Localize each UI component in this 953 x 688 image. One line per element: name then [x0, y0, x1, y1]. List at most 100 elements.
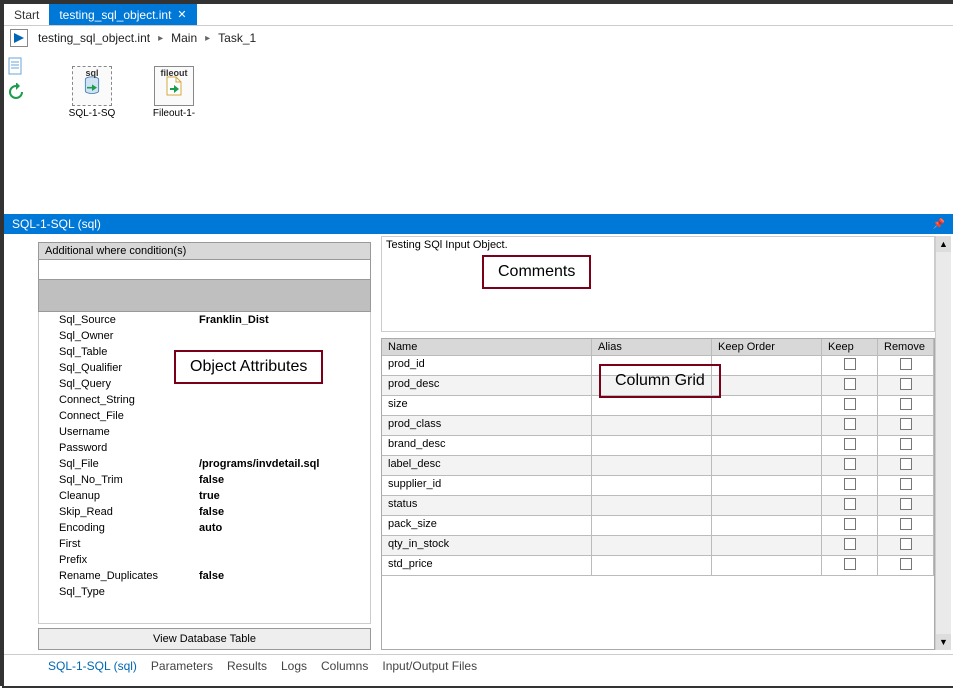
checkbox-icon[interactable] [844, 538, 856, 550]
checkbox-icon[interactable] [844, 418, 856, 430]
bottom-tab[interactable]: Logs [281, 659, 307, 673]
col-cell-keeporder[interactable] [712, 456, 822, 476]
col-header-keep[interactable]: Keep [822, 339, 878, 356]
checkbox-icon[interactable] [844, 518, 856, 530]
checkbox-icon[interactable] [844, 498, 856, 510]
attribute-row[interactable]: Skip_Readfalse [39, 504, 370, 520]
attribute-row[interactable]: Connect_File [39, 408, 370, 424]
col-cell-keep[interactable] [822, 496, 878, 516]
col-header-keeporder[interactable]: Keep Order [712, 339, 822, 356]
checkbox-icon[interactable] [844, 438, 856, 450]
checkbox-icon[interactable] [900, 378, 912, 390]
node-sql[interactable]: sql SQL-1-SQ [64, 66, 120, 119]
attribute-row[interactable]: Prefix [39, 552, 370, 568]
col-cell-keeporder[interactable] [712, 496, 822, 516]
where-input[interactable] [38, 260, 371, 280]
column-row[interactable]: pack_size [382, 516, 934, 536]
checkbox-icon[interactable] [900, 418, 912, 430]
column-row[interactable]: qty_in_stock [382, 536, 934, 556]
col-cell-keeporder[interactable] [712, 476, 822, 496]
col-cell-keep[interactable] [822, 476, 878, 496]
checkbox-icon[interactable] [900, 458, 912, 470]
column-row[interactable]: brand_desc [382, 436, 934, 456]
attribute-row[interactable]: Sql_Owner [39, 328, 370, 344]
bottom-tab[interactable]: Parameters [151, 659, 213, 673]
col-cell-remove[interactable] [878, 456, 934, 476]
checkbox-icon[interactable] [844, 558, 856, 570]
attribute-row[interactable]: First [39, 536, 370, 552]
bottom-tab[interactable]: SQL-1-SQL (sql) [48, 659, 137, 673]
col-cell-alias[interactable] [592, 516, 712, 536]
run-button[interactable] [10, 29, 28, 47]
checkbox-icon[interactable] [844, 398, 856, 410]
close-icon[interactable]: ✕ [177, 8, 186, 21]
checkbox-icon[interactable] [900, 498, 912, 510]
col-cell-keeporder[interactable] [712, 556, 822, 576]
comments-box[interactable]: Testing SQl Input Object. Comments [381, 236, 935, 332]
col-cell-remove[interactable] [878, 476, 934, 496]
col-cell-remove[interactable] [878, 516, 934, 536]
attribute-row[interactable]: Sql_Type [39, 584, 370, 600]
tab-start[interactable]: Start [4, 4, 49, 25]
col-cell-alias[interactable] [592, 476, 712, 496]
col-cell-remove[interactable] [878, 496, 934, 516]
checkbox-icon[interactable] [900, 558, 912, 570]
col-cell-keep[interactable] [822, 396, 878, 416]
col-cell-alias[interactable] [592, 536, 712, 556]
col-cell-keeporder[interactable] [712, 376, 822, 396]
col-cell-remove[interactable] [878, 376, 934, 396]
col-cell-keeporder[interactable] [712, 536, 822, 556]
column-row[interactable]: supplier_id [382, 476, 934, 496]
col-cell-remove[interactable] [878, 556, 934, 576]
col-cell-alias[interactable] [592, 416, 712, 436]
col-cell-alias[interactable] [592, 396, 712, 416]
attribute-row[interactable]: Sql_No_Trimfalse [39, 472, 370, 488]
document-icon[interactable] [6, 56, 26, 76]
column-row[interactable]: status [382, 496, 934, 516]
tab-active[interactable]: testing_sql_object.int ✕ [49, 4, 196, 25]
checkbox-icon[interactable] [900, 538, 912, 550]
col-header-alias[interactable]: Alias [592, 339, 712, 356]
view-database-button[interactable]: View Database Table [38, 628, 371, 650]
col-cell-keep[interactable] [822, 516, 878, 536]
checkbox-icon[interactable] [900, 438, 912, 450]
col-cell-remove[interactable] [878, 436, 934, 456]
col-cell-keeporder[interactable] [712, 436, 822, 456]
bottom-tab[interactable]: Results [227, 659, 267, 673]
col-cell-keep[interactable] [822, 536, 878, 556]
attribute-row[interactable]: Connect_String [39, 392, 370, 408]
column-row[interactable]: prod_class [382, 416, 934, 436]
checkbox-icon[interactable] [900, 358, 912, 370]
bottom-tab[interactable]: Columns [321, 659, 368, 673]
scroll-up-icon[interactable]: ▲ [936, 236, 951, 252]
attribute-row[interactable]: Encodingauto [39, 520, 370, 536]
col-cell-keep[interactable] [822, 556, 878, 576]
column-row[interactable]: std_price [382, 556, 934, 576]
breadcrumb-2[interactable]: Task_1 [218, 31, 256, 45]
col-cell-keep[interactable] [822, 376, 878, 396]
col-cell-keep[interactable] [822, 356, 878, 376]
checkbox-icon[interactable] [900, 518, 912, 530]
vertical-scrollbar[interactable]: ▲ ▼ [935, 236, 951, 650]
col-cell-alias[interactable] [592, 556, 712, 576]
refresh-icon[interactable] [6, 82, 26, 102]
checkbox-icon[interactable] [900, 478, 912, 490]
checkbox-icon[interactable] [844, 378, 856, 390]
checkbox-icon[interactable] [844, 358, 856, 370]
col-cell-keep[interactable] [822, 436, 878, 456]
col-cell-keeporder[interactable] [712, 356, 822, 376]
col-cell-remove[interactable] [878, 416, 934, 436]
attribute-row[interactable]: Cleanuptrue [39, 488, 370, 504]
attribute-row[interactable]: Rename_Duplicatesfalse [39, 568, 370, 584]
col-header-name[interactable]: Name [382, 339, 592, 356]
scroll-down-icon[interactable]: ▼ [936, 634, 951, 650]
checkbox-icon[interactable] [900, 398, 912, 410]
column-row[interactable]: label_desc [382, 456, 934, 476]
attribute-row[interactable]: Username [39, 424, 370, 440]
col-cell-keep[interactable] [822, 416, 878, 436]
col-cell-remove[interactable] [878, 396, 934, 416]
col-cell-remove[interactable] [878, 536, 934, 556]
col-cell-remove[interactable] [878, 356, 934, 376]
breadcrumb-1[interactable]: Main [171, 31, 197, 45]
col-cell-alias[interactable] [592, 496, 712, 516]
